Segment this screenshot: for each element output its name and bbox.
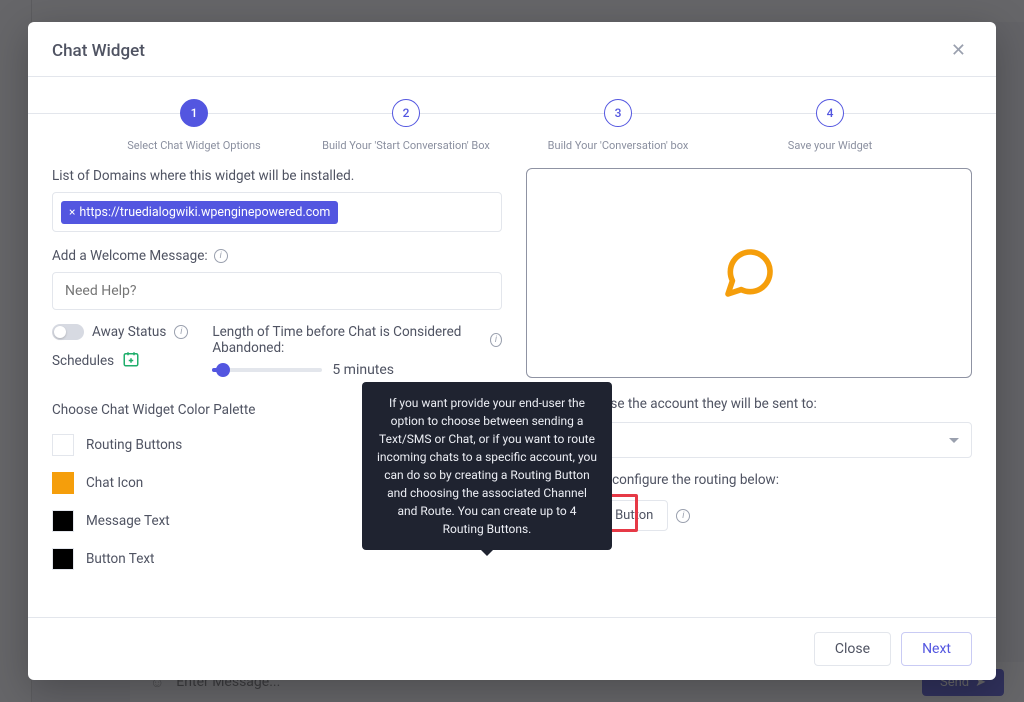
domains-label: List of Domains where this widget will b… (52, 168, 502, 184)
info-icon[interactable]: i (676, 509, 690, 523)
step-3-circle: 3 (604, 99, 632, 127)
abandon-value: 5 minutes (332, 362, 394, 378)
away-status-toggle[interactable] (52, 324, 84, 340)
modal-title: Chat Widget (52, 41, 145, 61)
chevron-down-icon (949, 438, 959, 443)
wizard-steps: 1 Select Chat Widget Options 2 Build You… (28, 77, 996, 160)
close-button[interactable]: Close (814, 632, 891, 666)
step-4-circle: 4 (816, 99, 844, 127)
widget-preview (526, 168, 972, 378)
routing-tooltip: If you want provide your end-user the op… (362, 382, 612, 550)
calendar-add-icon[interactable] (122, 350, 140, 372)
abandon-label: Length of Time before Chat is Considered… (212, 324, 502, 356)
modal-body: List of Domains where this widget will b… (28, 160, 996, 617)
welcome-label: Add a Welcome Message: i (52, 248, 502, 264)
step-2-circle: 2 (392, 99, 420, 127)
welcome-input[interactable] (52, 272, 502, 310)
step-3[interactable]: 3 Build Your 'Conversation' box (512, 99, 724, 152)
chat-bubble-icon (719, 245, 779, 301)
abandon-label-text: Length of Time before Chat is Considered… (212, 324, 484, 356)
away-status-label: Away Status (92, 324, 166, 340)
abandon-slider[interactable] (212, 368, 322, 372)
domain-tag[interactable]: × https://truedialogwiki.wpenginepowered… (61, 201, 338, 224)
swatch-label: Chat Icon (86, 475, 143, 491)
away-status-row: Away Status i (52, 324, 188, 340)
schedules-label: Schedules (52, 353, 114, 369)
abandon-column: Length of Time before Chat is Considered… (212, 324, 502, 378)
swatch-label: Routing Buttons (86, 437, 182, 453)
step-2[interactable]: 2 Build Your 'Start Conversation' Box (300, 99, 512, 152)
welcome-label-text: Add a Welcome Message: (52, 248, 208, 264)
tag-remove-icon[interactable]: × (69, 205, 75, 219)
abandon-slider-row: 5 minutes (212, 362, 502, 378)
step-4-label: Save your Widget (788, 139, 872, 152)
color-swatch[interactable] (52, 510, 74, 532)
close-icon[interactable]: ✕ (945, 40, 972, 62)
info-icon[interactable]: i (490, 333, 502, 347)
next-button[interactable]: Next (901, 632, 972, 666)
color-swatch[interactable] (52, 472, 74, 494)
schedules-row: Schedules (52, 350, 188, 372)
color-swatch[interactable] (52, 434, 74, 456)
domain-tag-text: https://truedialogwiki.wpenginepowered.c… (79, 205, 330, 220)
swatch-button-text[interactable]: Button Text (52, 548, 502, 570)
domains-input[interactable]: × https://truedialogwiki.wpenginepowered… (52, 192, 502, 232)
info-icon[interactable]: i (174, 325, 188, 339)
step-1[interactable]: 1 Select Chat Widget Options (88, 99, 300, 152)
step-4[interactable]: 4 Save your Widget (724, 99, 936, 152)
step-1-label: Select Chat Widget Options (127, 139, 261, 152)
step-3-label: Build Your 'Conversation' box (548, 139, 689, 152)
step-2-label: Build Your 'Start Conversation' Box (322, 139, 490, 152)
swatch-label: Message Text (86, 513, 170, 529)
step-1-circle: 1 (180, 99, 208, 127)
away-abandon-row: Away Status i Schedules Lengt (52, 324, 502, 378)
info-icon[interactable]: i (214, 249, 228, 263)
modal-header: Chat Widget ✕ (28, 22, 996, 77)
away-column: Away Status i Schedules (52, 324, 188, 372)
chat-widget-modal: Chat Widget ✕ 1 Select Chat Widget Optio… (28, 22, 996, 680)
swatch-label: Button Text (86, 551, 154, 567)
color-swatch[interactable] (52, 548, 74, 570)
modal-footer: Close Next (28, 617, 996, 680)
